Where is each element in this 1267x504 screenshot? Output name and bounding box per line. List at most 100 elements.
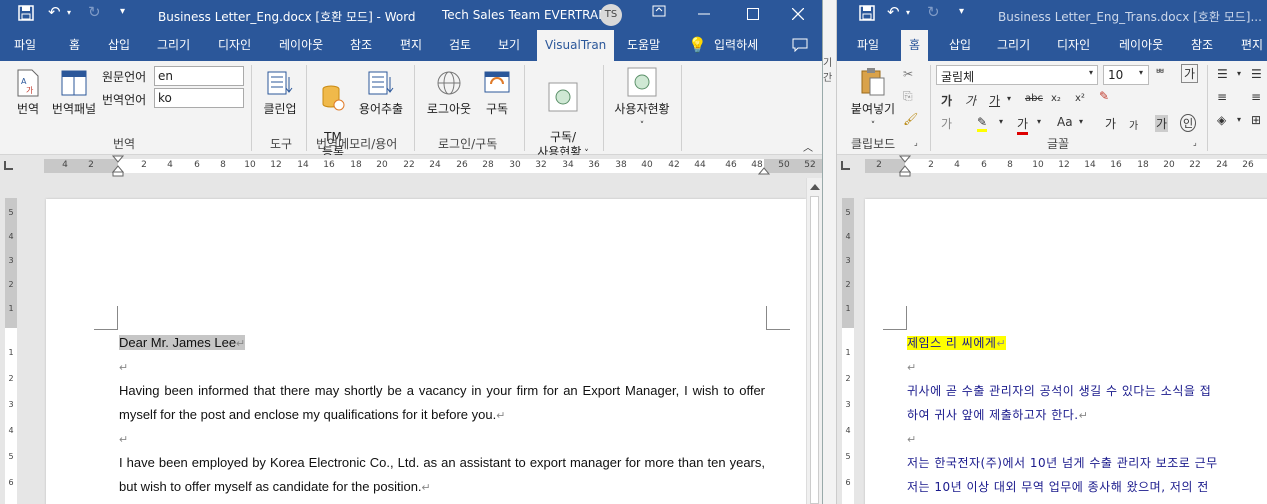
- highlight-icon[interactable]: ✎: [977, 115, 988, 132]
- tab-home[interactable]: 홈: [67, 30, 82, 61]
- tab-review[interactable]: 검토: [447, 30, 473, 61]
- chevron-down-icon[interactable]: ▾: [1237, 115, 1241, 124]
- font-name-select[interactable]: 굴림체: [936, 65, 1098, 85]
- shrink-font-icon[interactable]: 가: [1129, 117, 1138, 132]
- salutation-paragraph[interactable]: Dear Mr. James Lee↵: [119, 331, 765, 356]
- undo-dropdown-icon[interactable]: ▾: [906, 8, 910, 17]
- customize-qat-icon[interactable]: ▾: [120, 6, 125, 17]
- paste-button[interactable]: 붙여넣기 ˅: [845, 67, 901, 131]
- character-shading-icon[interactable]: 가: [1155, 115, 1169, 132]
- term-extract-button[interactable]: 용어추출: [355, 69, 407, 117]
- lightbulb-icon[interactable]: 💡: [686, 30, 709, 61]
- chevron-down-icon[interactable]: ▾: [1037, 117, 1041, 126]
- body-paragraph-2-line-1[interactable]: 저는 한국전자(주)에서 10년 넘게 수출 관리자 보조로 근무: [907, 451, 1218, 475]
- tab-view[interactable]: 보기: [496, 30, 522, 61]
- tab-selector-icon[interactable]: [4, 161, 13, 170]
- chevron-down-icon[interactable]: ▾: [1089, 68, 1093, 77]
- tab-references[interactable]: 참조: [1189, 30, 1215, 61]
- subscription-usage-button[interactable]: 구독/ 사용현황 ˅: [530, 67, 596, 162]
- text-effects-icon[interactable]: 가: [941, 115, 952, 132]
- subscript-icon[interactable]: x₂: [1051, 93, 1061, 104]
- minimize-icon[interactable]: [698, 6, 710, 24]
- body-paragraph-2[interactable]: I have been employed by Korea Electronic…: [119, 451, 765, 500]
- chevron-down-icon[interactable]: ▾: [1237, 69, 1241, 78]
- tab-layout[interactable]: 레이아웃: [1117, 30, 1165, 61]
- maximize-icon[interactable]: [747, 6, 759, 24]
- tab-draw[interactable]: 그리기: [155, 30, 192, 61]
- tab-insert[interactable]: 삽입: [947, 30, 973, 61]
- body-paragraph-1-line-2[interactable]: 하여 귀사 앞에 제출하고자 한다.↵: [907, 403, 1088, 428]
- logout-button[interactable]: 로그아웃: [423, 69, 475, 117]
- tab-home[interactable]: 홈: [901, 30, 929, 61]
- tab-design[interactable]: 디자인: [1055, 30, 1092, 61]
- account-name[interactable]: Tech Sales Team EVERTRAN: [442, 8, 607, 22]
- superscript-icon[interactable]: x²: [1075, 93, 1085, 104]
- save-icon[interactable]: [18, 5, 34, 25]
- indent-marker-icon[interactable]: [899, 155, 911, 177]
- vertical-scrollbar[interactable]: [806, 178, 822, 504]
- empty-paragraph[interactable]: ↵: [907, 355, 917, 380]
- align-left-icon[interactable]: ≡: [1217, 90, 1227, 104]
- align-center-icon[interactable]: ≡: [1251, 90, 1261, 104]
- chevron-down-icon[interactable]: ▾: [1079, 117, 1083, 126]
- underline-icon[interactable]: 가: [989, 92, 1000, 109]
- collapse-ribbon-icon[interactable]: ︿: [803, 139, 813, 154]
- tab-mailings[interactable]: 편지: [1239, 30, 1265, 61]
- ribbon-display-icon[interactable]: [652, 4, 666, 22]
- right-indent-marker-icon[interactable]: [758, 166, 770, 176]
- indent-marker-icon[interactable]: [112, 155, 124, 177]
- tab-file[interactable]: 파일: [855, 30, 881, 61]
- format-painter-icon[interactable]: 🖌: [903, 112, 918, 126]
- tab-selector-icon[interactable]: [841, 161, 850, 170]
- comment-icon[interactable]: [790, 30, 810, 61]
- tab-design[interactable]: 디자인: [216, 30, 253, 61]
- scroll-up-icon[interactable]: [810, 184, 820, 190]
- salutation-paragraph[interactable]: 제임스 리 씨에게↵: [907, 331, 1007, 356]
- avatar[interactable]: TS: [600, 4, 622, 26]
- change-case-icon[interactable]: Aa: [1057, 115, 1073, 129]
- tab-layout[interactable]: 레이아웃: [277, 30, 325, 61]
- bold-icon[interactable]: 가: [941, 92, 952, 109]
- subscribe-button[interactable]: 구독: [480, 69, 514, 117]
- tell-me-search[interactable]: 입력하세: [712, 30, 760, 61]
- body-paragraph-1[interactable]: Having been informed that there may shor…: [119, 379, 765, 428]
- body-paragraph-2-line-2[interactable]: 저는 10년 이상 대외 무역 업무에 종사해 왔으며, 저의 전: [907, 475, 1209, 499]
- empty-paragraph[interactable]: ↵: [907, 427, 917, 452]
- shading-icon[interactable]: ◈: [1217, 113, 1226, 127]
- chevron-down-icon[interactable]: ▾: [999, 117, 1003, 126]
- cleanup-button[interactable]: 클린업: [260, 69, 300, 117]
- chevron-down-icon[interactable]: ▾: [1007, 94, 1011, 103]
- chevron-down-icon[interactable]: ▾: [1139, 68, 1143, 77]
- empty-paragraph[interactable]: ↵: [119, 427, 765, 452]
- scroll-track[interactable]: [810, 196, 819, 504]
- dialog-launcher-icon[interactable]: ⌟: [914, 138, 918, 147]
- tab-file[interactable]: 파일: [12, 30, 38, 61]
- tab-help[interactable]: 도움말: [625, 30, 662, 61]
- undo-icon[interactable]: ↶: [887, 3, 900, 21]
- clear-formatting-icon[interactable]: ✎: [1099, 89, 1109, 103]
- document-page[interactable]: Dear Mr. James Lee↵ ↵ Having been inform…: [46, 199, 806, 504]
- customize-qat-icon[interactable]: ▾: [959, 6, 964, 17]
- tab-references[interactable]: 참조: [348, 30, 374, 61]
- tab-draw[interactable]: 그리기: [995, 30, 1032, 61]
- undo-dropdown-icon[interactable]: ▾: [67, 8, 71, 17]
- numbering-icon[interactable]: ☰: [1251, 67, 1262, 81]
- body-paragraph-1-line-1[interactable]: 귀사에 곧 수출 관리자의 공석이 생길 수 있다는 소식을 접: [907, 379, 1211, 403]
- empty-paragraph[interactable]: ↵: [119, 355, 765, 380]
- enclose-characters-icon[interactable]: 인: [1180, 114, 1197, 132]
- user-status-button[interactable]: 사용자현황 ˅: [610, 67, 674, 131]
- italic-icon[interactable]: 가: [965, 92, 976, 109]
- font-color-icon[interactable]: 가: [1017, 115, 1029, 135]
- phonetic-guide-icon[interactable]: ᄈ: [1155, 65, 1165, 81]
- tab-mailings[interactable]: 편지: [398, 30, 424, 61]
- close-icon[interactable]: [791, 6, 805, 24]
- tab-visualtran[interactable]: VisualTran: [537, 30, 615, 61]
- source-lang-field[interactable]: en: [154, 66, 244, 86]
- tab-insert[interactable]: 삽입: [106, 30, 132, 61]
- borders-icon[interactable]: ⊞: [1251, 113, 1261, 127]
- translate-panel-button[interactable]: 번역패널: [50, 69, 98, 117]
- bullets-icon[interactable]: ☰: [1217, 67, 1228, 81]
- strikethrough-icon[interactable]: abc: [1025, 93, 1043, 104]
- document-page[interactable]: 제임스 리 씨에게↵ ↵ 귀사에 곧 수출 관리자의 공석이 생길 수 있다는 …: [865, 199, 1267, 504]
- grow-font-icon[interactable]: 가: [1105, 115, 1116, 132]
